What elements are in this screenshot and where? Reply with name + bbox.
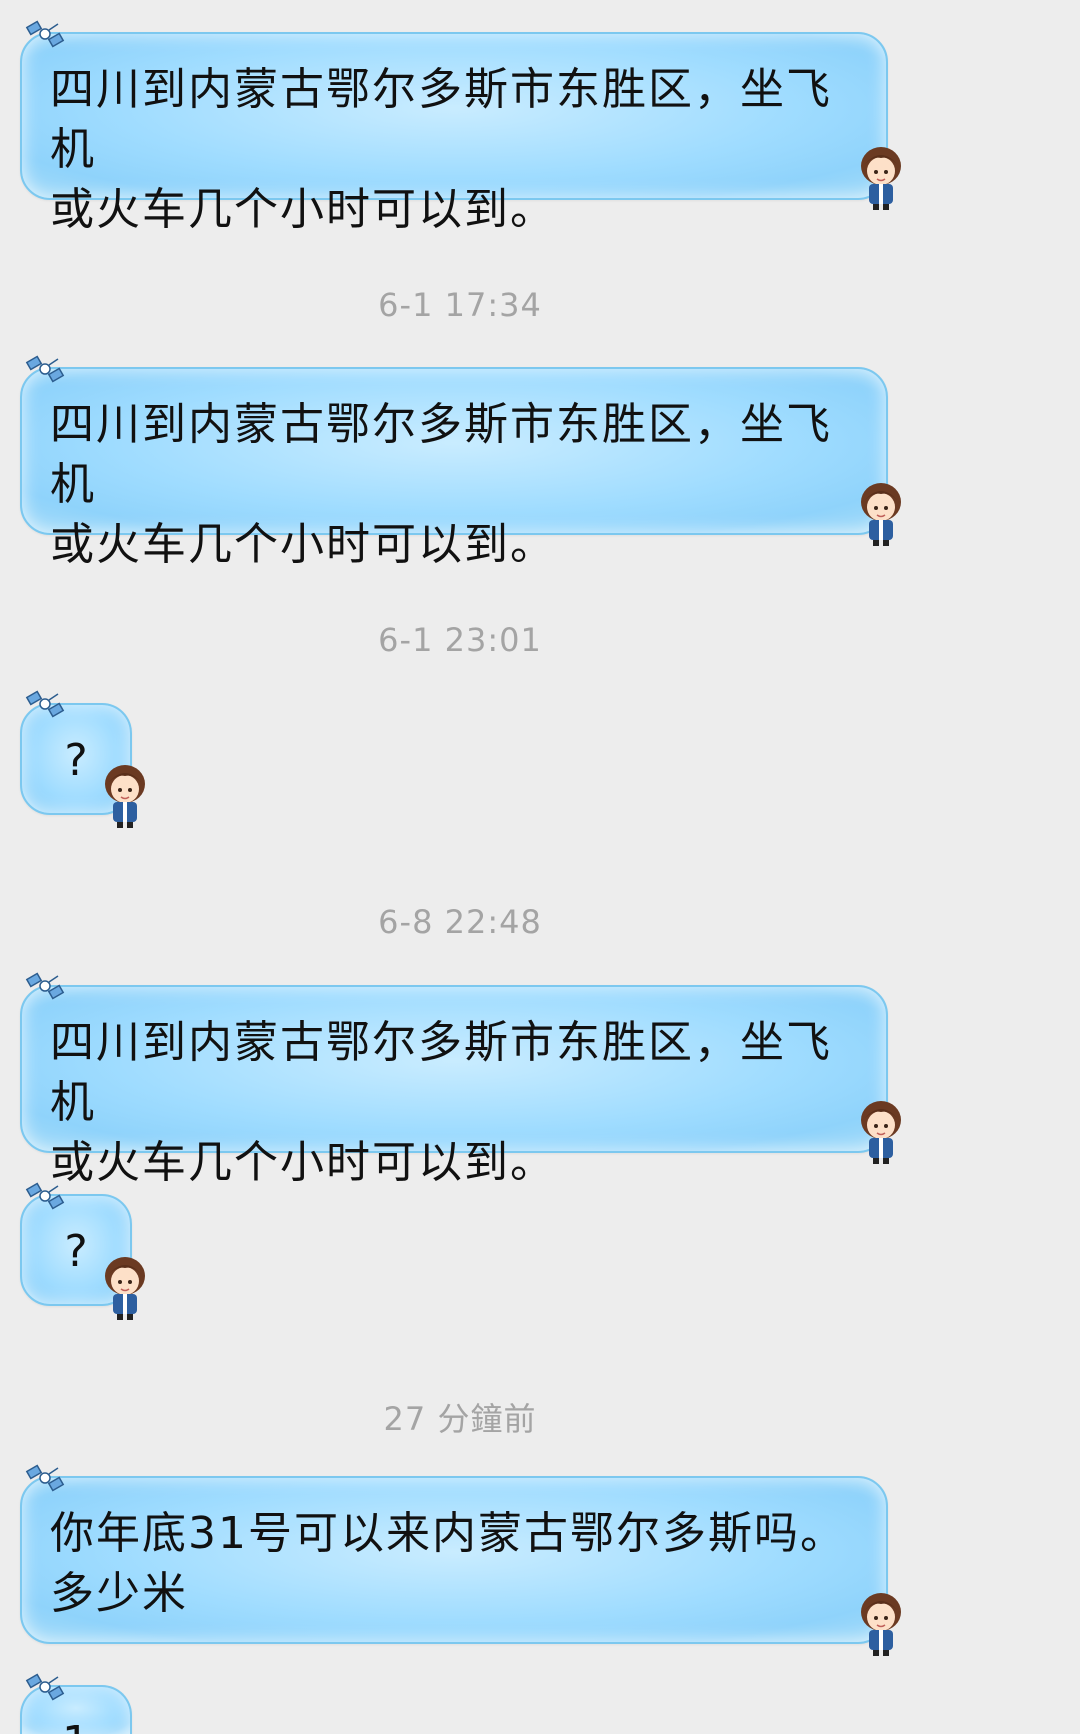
- message-bubble[interactable]: 四川到内蒙古鄂尔多斯市东胜区，坐飞机 或火车几个小时可以到。: [20, 32, 888, 235]
- satellite-icon: [25, 1673, 65, 1701]
- message-text: 四川到内蒙古鄂尔多斯市东胜区，坐飞机 或火车几个小时可以到。: [50, 399, 832, 570]
- cartoon-boy-avatar-icon: [105, 765, 145, 828]
- satellite-icon: [25, 355, 65, 383]
- cartoon-boy-avatar-icon: [861, 147, 901, 210]
- message-bubble[interactable]: 你年底31号可以来内蒙古鄂尔多斯吗。 多少米: [20, 1476, 888, 1644]
- cartoon-boy-avatar-icon: [861, 483, 901, 546]
- message-text: 你年底31号可以来内蒙古鄂尔多斯吗。 多少米: [50, 1508, 846, 1619]
- message-bubble[interactable]: 四川到内蒙古鄂尔多斯市东胜区，坐飞机 或火车几个小时可以到。: [20, 985, 888, 1188]
- cartoon-boy-avatar-icon: [861, 1101, 901, 1164]
- satellite-icon: [25, 20, 65, 48]
- timestamp: 6-1 23:01: [378, 621, 542, 659]
- message-text: 四川到内蒙古鄂尔多斯市东胜区，坐飞机 或火车几个小时可以到。: [50, 64, 832, 235]
- timestamp: 6-1 17:34: [378, 286, 542, 324]
- satellite-icon: [25, 972, 65, 1000]
- satellite-icon: [25, 690, 65, 718]
- message-bubble[interactable]: 四川到内蒙古鄂尔多斯市东胜区，坐飞机 或火车几个小时可以到。: [20, 367, 888, 570]
- cartoon-boy-avatar-icon: [861, 1593, 901, 1656]
- timestamp: 6-8 22:48: [378, 903, 542, 941]
- satellite-icon: [25, 1464, 65, 1492]
- timestamp: 27 分鐘前: [383, 1400, 537, 1438]
- cartoon-boy-avatar-icon: [105, 1257, 145, 1320]
- satellite-icon: [25, 1182, 65, 1210]
- chat-conversation[interactable]: 四川到内蒙古鄂尔多斯市东胜区，坐飞机 或火车几个小时可以到。 6-1 17:34…: [0, 0, 1080, 1734]
- message-text: 四川到内蒙古鄂尔多斯市东胜区，坐飞机 或火车几个小时可以到。: [50, 1017, 832, 1188]
